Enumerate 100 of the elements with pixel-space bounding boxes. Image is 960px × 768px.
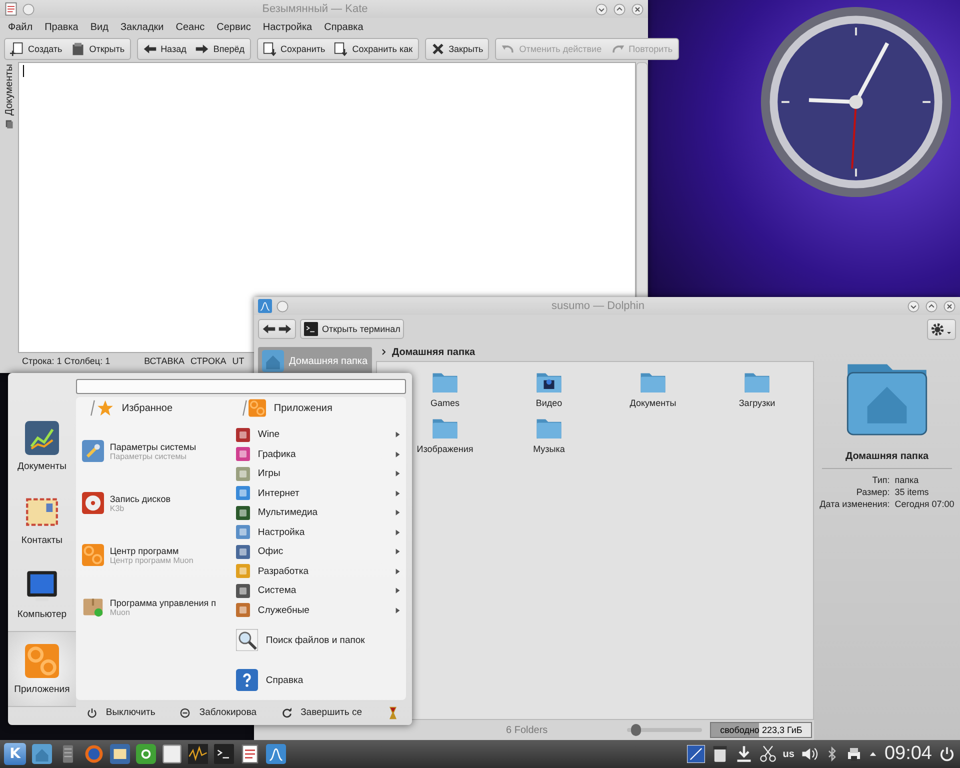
folder-item[interactable]: Games: [430, 368, 460, 408]
breadcrumb[interactable]: Домашняя папка: [392, 346, 476, 358]
right-arrow-icon[interactable]: [278, 322, 292, 336]
session-button[interactable]: Заблокирова: [179, 706, 257, 719]
session-button[interactable]: Завершить се: [280, 706, 362, 719]
toolbar-button[interactable]: Создать: [6, 40, 66, 58]
screen-icon[interactable]: [686, 745, 705, 763]
submenu-arrow-icon: [393, 547, 402, 556]
sidebar-tab[interactable]: Документы: [4, 64, 14, 129]
menu-item[interactable]: Файл: [8, 22, 33, 32]
envelope-icon[interactable]: [110, 744, 130, 764]
app-icon[interactable]: [258, 299, 272, 313]
menu-item[interactable]: Служебные: [234, 600, 402, 620]
left-arrow-icon[interactable]: [262, 322, 276, 336]
menu-item[interactable]: Сервис: [216, 22, 251, 32]
toolbar-button[interactable]: Сохранить как: [330, 40, 417, 58]
maximize-button[interactable]: [925, 300, 938, 312]
close-button[interactable]: [631, 2, 644, 16]
menu-item[interactable]: Система: [234, 581, 402, 601]
slider-thumb[interactable]: [631, 724, 642, 736]
gears-icon: [24, 644, 59, 678]
trash-icon[interactable]: [710, 745, 729, 763]
menu-item[interactable]: Разработка: [234, 562, 402, 582]
minimize-button[interactable]: [595, 2, 608, 16]
close-button[interactable]: [943, 300, 956, 312]
submenu-arrow-icon: [393, 488, 402, 498]
left-arrow-icon: [142, 42, 157, 56]
menu-item[interactable]: Справка: [234, 660, 402, 700]
menu-item[interactable]: Поиск файлов и папок: [234, 620, 402, 660]
scissors-icon[interactable]: [758, 745, 777, 763]
menu-item[interactable]: Интернет: [234, 484, 402, 504]
power-icon[interactable]: [938, 745, 956, 763]
menu-item[interactable]: Вид: [90, 22, 108, 32]
gears-icon: [82, 544, 104, 566]
folder-item[interactable]: Видео: [535, 368, 563, 408]
menu-item[interactable]: Игры: [234, 464, 402, 484]
toolbar-button[interactable]: Назад: [138, 40, 190, 58]
lock-icon: [179, 706, 192, 719]
printer-icon[interactable]: [846, 746, 862, 762]
menu-item[interactable]: Справка: [324, 22, 364, 32]
session-button[interactable]: Выключить: [86, 706, 156, 719]
menu-item[interactable]: Правка: [44, 22, 78, 32]
folder-item[interactable]: Документы: [630, 368, 676, 408]
settings-button[interactable]: [927, 318, 956, 340]
info-label: Размер:: [855, 487, 890, 497]
toolbar-button[interactable]: Сохранить: [258, 40, 330, 58]
magnifier-icon: [236, 629, 258, 652]
notepad-icon[interactable]: [240, 744, 260, 764]
notepad-icon[interactable]: [4, 2, 18, 16]
app-icon[interactable]: [136, 744, 156, 764]
document-arrow-icon: [262, 42, 277, 56]
minimize-button[interactable]: [907, 300, 920, 312]
favorite-item[interactable]: Параметры системы Параметры системы: [82, 425, 234, 478]
folder-item[interactable]: Музыка: [533, 414, 565, 454]
terminal-icon: [304, 322, 318, 336]
folder-item[interactable]: Загрузки: [738, 368, 776, 408]
menu-item[interactable]: Настройка: [262, 22, 312, 32]
submenu-arrow-icon: [393, 566, 402, 576]
clock-time[interactable]: 09:04: [884, 743, 932, 765]
submenu-arrow-icon: [393, 450, 402, 459]
refresh-icon: [280, 706, 293, 719]
terminal-button[interactable]: Открыть терминал: [300, 319, 404, 339]
blank-window-icon[interactable]: [162, 744, 182, 764]
toolbar-button[interactable]: Открыть: [67, 40, 129, 58]
favorite-item[interactable]: Программа управления п Muon: [82, 581, 234, 634]
monitor-graph-icon[interactable]: [188, 744, 208, 764]
submenu-arrow-icon: [393, 469, 402, 478]
star-icon: [90, 399, 114, 418]
help-icon: [236, 669, 258, 692]
launcher-tab[interactable]: Приложения: [8, 631, 76, 707]
menu-item[interactable]: Настройка: [234, 522, 402, 542]
house-icon: [262, 350, 284, 372]
volume-icon[interactable]: [800, 745, 818, 763]
folder-item[interactable]: Изображения: [416, 414, 474, 454]
toolbar-button[interactable]: Закрыть: [426, 40, 488, 58]
menu-item[interactable]: Мультимедиа: [234, 503, 402, 523]
menu-item[interactable]: Wine: [234, 425, 402, 445]
launcher-tab[interactable]: Контакты: [8, 483, 76, 557]
wrench-icon: [82, 440, 104, 462]
menu-item[interactable]: Сеанс: [176, 22, 205, 32]
favorite-item[interactable]: Запись дисков K3b: [82, 477, 234, 530]
keyboard-layout[interactable]: us: [782, 748, 794, 760]
app-icon[interactable]: [266, 744, 286, 764]
terminal-icon[interactable]: [214, 744, 234, 764]
launcher-tab[interactable]: Компьютер: [8, 557, 76, 631]
download-icon[interactable]: [734, 745, 753, 763]
info-title: Домашняя папка: [822, 451, 952, 469]
menu-item[interactable]: Офис: [234, 542, 402, 562]
scrollbar[interactable]: [636, 62, 648, 300]
launcher-tab[interactable]: Документы: [8, 409, 76, 483]
favorite-item[interactable]: Центр программ Центр программ Muon: [82, 529, 234, 582]
globe-icon[interactable]: [84, 744, 104, 764]
search-field[interactable]: [76, 379, 406, 394]
menu-item[interactable]: Закладки: [120, 22, 164, 32]
status-text: 6 Folders: [505, 724, 549, 736]
navigation-buttons[interactable]: [258, 319, 296, 339]
menu-item[interactable]: Графика: [234, 444, 402, 464]
toolbar-button[interactable]: Вперёд: [191, 40, 249, 58]
tile-icon: [236, 544, 250, 559]
maximize-button[interactable]: [613, 2, 626, 16]
